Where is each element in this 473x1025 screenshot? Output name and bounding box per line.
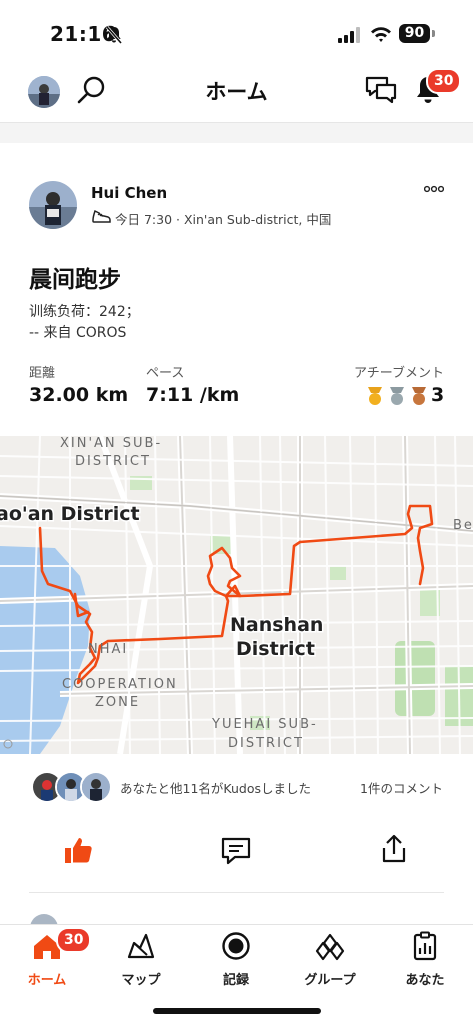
activity-description-line1: 训练负荷：242； [29,304,140,320]
tab-home-label: ホーム [27,973,67,988]
battery-cap [432,30,435,37]
share-icon[interactable] [380,834,408,864]
map-label-nanshan-2: District [236,638,315,660]
map-label-yuehai-2: DISTRICT [228,736,304,751]
map-label-cooperation: COOPERATION [62,677,178,692]
activity-title[interactable]: 晨间跑步 [29,260,121,294]
tab-you[interactable]: あなた [378,925,472,989]
kudos-thumbs-up-icon[interactable] [62,834,94,866]
author-name[interactable]: Hui Chen [91,184,167,202]
map-icon [127,933,155,959]
map-label-xinan-2: DISTRICT [75,454,151,469]
distance-value: 32.00 km [29,384,129,406]
bell-slash-icon [105,26,123,44]
page-title: ホーム [205,80,268,104]
tab-home[interactable]: 30 ホーム [0,925,94,989]
running-shoe-icon [92,209,111,223]
status-bar: 21:16 90 [0,0,473,60]
achievement-medals-icon [368,387,426,405]
map-label-zone: ZONE [95,695,140,710]
tab-map[interactable]: マップ [94,925,188,989]
tab-groups[interactable]: グループ [283,925,377,989]
map-label-hanhai: NHAI [88,642,128,657]
more-options-icon[interactable] [424,185,444,193]
home-indicator [153,1008,321,1014]
pace-value: 7:11 /km [146,384,240,406]
groups-icon [315,933,345,961]
tab-groups-label: グループ [304,973,356,988]
wifi-icon [371,27,391,42]
feed-separator [0,122,473,143]
tab-map-label: マップ [121,973,161,988]
home-tab-badge: 30 [56,927,92,953]
profile-stats-icon [413,931,437,961]
distance-label: 距離 [29,366,56,381]
tab-record[interactable]: 記録 [189,925,283,989]
comments-count[interactable]: 1件のコメント [360,778,443,797]
comment-icon[interactable] [220,836,252,866]
activity-description-line2: -- 来自 COROS [29,325,127,341]
battery-icon: 90 [399,24,430,43]
achievements-count: 3 [431,384,445,406]
map-label-yuehai-1: YUEHAI SUB- [211,717,318,732]
map-label-xinan-1: XIN'AN SUB- [60,436,162,451]
pace-label: ペース [146,366,185,381]
map-label-nanshan-1: Nanshan [230,614,323,636]
route-map[interactable]: XIN'AN SUB- DISTRICT NHAI COOPERATION ZO… [0,436,473,754]
map-label-baoan: ao'an District [0,503,140,525]
tab-record-label: 記録 [222,973,249,988]
author-avatar[interactable] [29,181,77,229]
achievements-label: アチーブメント [354,366,444,381]
map-canvas: XIN'AN SUB- DISTRICT NHAI COOPERATION ZO… [0,436,473,754]
map-label-bei: Bei [453,518,473,533]
record-icon [222,932,250,960]
kudos-summary[interactable]: あなたと他11名がKudosしました [120,778,311,797]
cellular-signal-icon [338,27,360,43]
battery-level: 90 [404,25,425,41]
activity-meta: 今日 7:30 · Xin'an Sub-district, 中国 [115,212,332,227]
section-divider [29,892,444,893]
kudos-avatar-3[interactable] [80,771,112,803]
tab-you-label: あなた [405,973,445,988]
